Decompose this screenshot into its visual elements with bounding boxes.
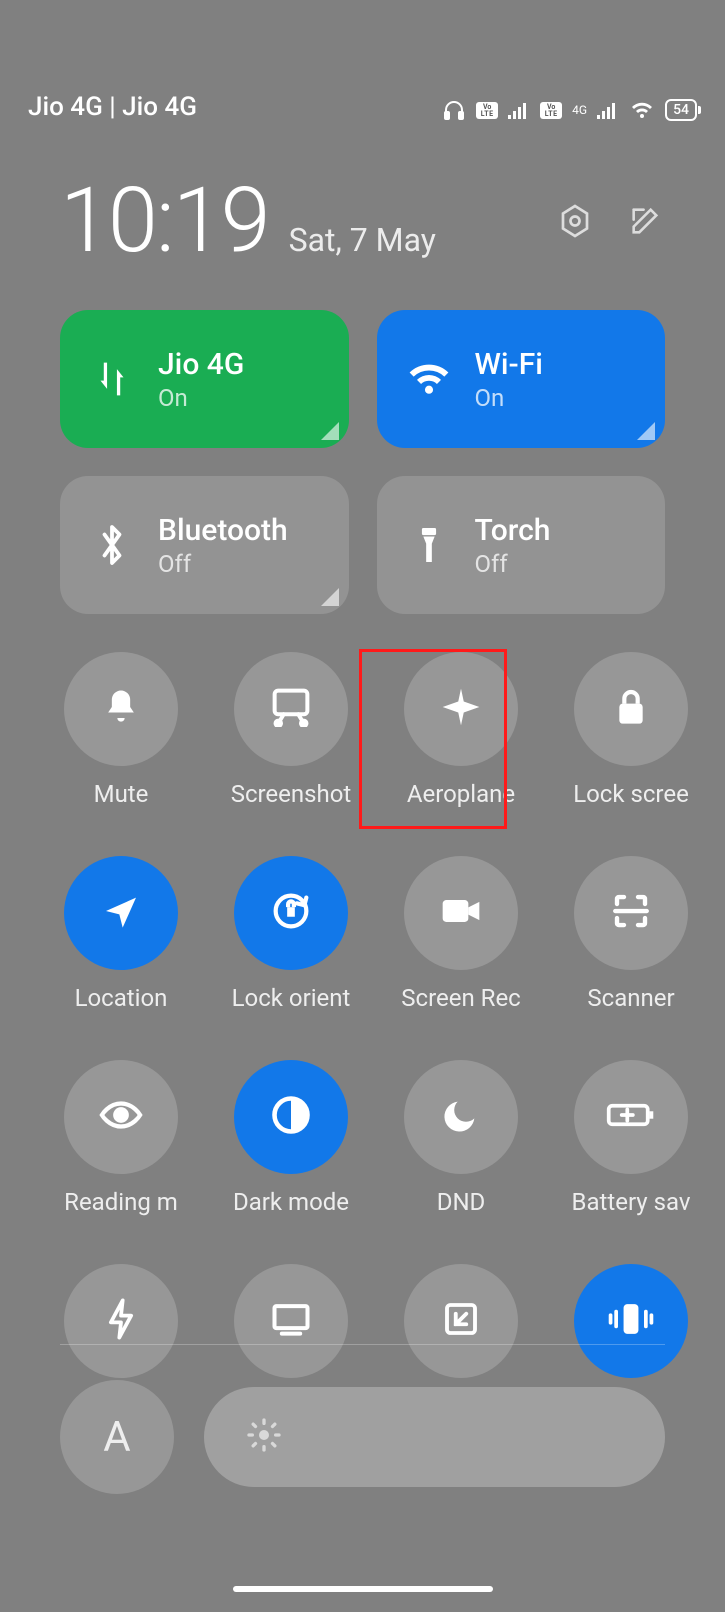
tile-wifi-title: Wi-Fi [475, 347, 543, 382]
toggle-lockscreen-label: Lock scree [573, 780, 689, 808]
home-indicator[interactable] [233, 1586, 493, 1592]
video-icon [439, 894, 483, 932]
tile-mobile-data[interactable]: Jio 4G On [60, 310, 349, 448]
toggles-grid: Mute Screenshot Aeroplane Lock scree Loc… [56, 652, 669, 1378]
floating-window-icon [440, 1298, 482, 1344]
tile-wifi[interactable]: Wi-Fi On [377, 310, 666, 448]
toggle-mute[interactable]: Mute [56, 652, 186, 808]
toggle-reading-mode-label: Reading m [64, 1188, 178, 1216]
scan-icon [610, 890, 652, 936]
wifi-icon [405, 360, 453, 398]
toggle-dnd[interactable]: DND [396, 1060, 526, 1216]
toggle-screen-record-label: Screen Rec [401, 984, 520, 1012]
toggle-cast[interactable] [226, 1264, 356, 1378]
tile-torch[interactable]: Torch Off [377, 476, 666, 614]
sun-icon [244, 1415, 284, 1459]
clock-date: Sat, 7 May [289, 221, 436, 259]
bell-icon [99, 685, 143, 733]
settings-button[interactable] [555, 201, 595, 241]
bluetooth-icon [88, 522, 136, 568]
toggle-scanner[interactable]: Scanner [566, 856, 696, 1012]
headphones-icon [442, 98, 466, 122]
volte-icon-1: VoLTE [476, 102, 498, 119]
lock-icon [611, 685, 651, 733]
battery-indicator: 54 [665, 99, 697, 121]
status-icons: VoLTE VoLTE 4G 54 [442, 98, 697, 122]
tile-torch-sub: Off [475, 550, 551, 578]
divider [60, 1344, 665, 1345]
toggle-lock-orientation-label: Lock orient [232, 984, 351, 1012]
tile-torch-title: Torch [475, 513, 551, 548]
toggle-location-label: Location [75, 984, 168, 1012]
toggle-location[interactable]: Location [56, 856, 186, 1012]
rotation-lock-icon [268, 888, 314, 938]
volte-icon-2: VoLTE [540, 102, 562, 119]
carrier-label: Jio 4G | Jio 4G [28, 92, 197, 122]
tile-mobile-data-sub: On [158, 384, 244, 412]
clock-time: 10:19 [60, 168, 269, 273]
battery-plus-icon [605, 1099, 657, 1135]
tile-mobile-data-title: Jio 4G [158, 347, 244, 382]
torch-icon [405, 522, 453, 568]
toggle-scanner-label: Scanner [587, 984, 674, 1012]
vibrate-icon [605, 1299, 657, 1343]
toggle-mute-label: Mute [94, 780, 149, 808]
tile-bluetooth-sub: Off [158, 550, 288, 578]
edit-button[interactable] [625, 201, 665, 241]
monitor-icon [269, 1300, 313, 1342]
toggle-aeroplane[interactable]: Aeroplane [396, 652, 526, 808]
toggle-lock-orientation[interactable]: Lock orient [226, 856, 356, 1012]
network-type-label: 4G [572, 103, 587, 117]
contrast-icon [269, 1093, 313, 1141]
moon-icon [441, 1095, 481, 1139]
toggle-battery-saver[interactable]: Battery sav [566, 1060, 696, 1216]
toggle-dark-mode-label: Dark mode [233, 1188, 349, 1216]
toggle-boost[interactable] [56, 1264, 186, 1378]
toggle-screenshot[interactable]: Screenshot [226, 652, 356, 808]
toggle-lockscreen[interactable]: Lock scree [566, 652, 696, 808]
brightness-row: A [60, 1380, 665, 1494]
auto-brightness-button[interactable]: A [60, 1380, 174, 1494]
wifi-status-icon [629, 100, 655, 120]
toggle-vibrate[interactable] [566, 1264, 696, 1378]
signal-icon-2 [597, 101, 619, 119]
tile-bluetooth-title: Bluetooth [158, 513, 288, 548]
toggle-dnd-label: DND [437, 1188, 486, 1216]
toggle-screenshot-label: Screenshot [231, 780, 352, 808]
toggle-floating-window[interactable] [396, 1264, 526, 1378]
status-bar: Jio 4G | Jio 4G VoLTE VoLTE 4G 54 [0, 0, 725, 140]
signal-icon-1 [508, 101, 530, 119]
airplane-icon [439, 685, 483, 733]
eye-icon [98, 1099, 144, 1135]
mobile-data-icon [88, 356, 136, 402]
expand-triangle-icon [321, 588, 339, 606]
panel-header: 10:19 Sat, 7 May [60, 168, 665, 273]
brightness-slider[interactable] [204, 1387, 665, 1487]
toggle-battery-saver-label: Battery sav [572, 1188, 691, 1216]
tile-wifi-sub: On [475, 384, 543, 412]
tile-bluetooth[interactable]: Bluetooth Off [60, 476, 349, 614]
scissors-icon [269, 687, 313, 731]
big-tiles-grid: Jio 4G On Wi-Fi On Bluetooth Off Torch O… [60, 310, 665, 614]
expand-triangle-icon [637, 422, 655, 440]
toggle-aeroplane-label: Aeroplane [407, 780, 515, 808]
toggle-screen-record[interactable]: Screen Rec [396, 856, 526, 1012]
lightning-icon [103, 1297, 139, 1345]
toggle-reading-mode[interactable]: Reading m [56, 1060, 186, 1216]
toggle-dark-mode[interactable]: Dark mode [226, 1060, 356, 1216]
expand-triangle-icon [321, 422, 339, 440]
location-arrow-icon [101, 891, 141, 935]
